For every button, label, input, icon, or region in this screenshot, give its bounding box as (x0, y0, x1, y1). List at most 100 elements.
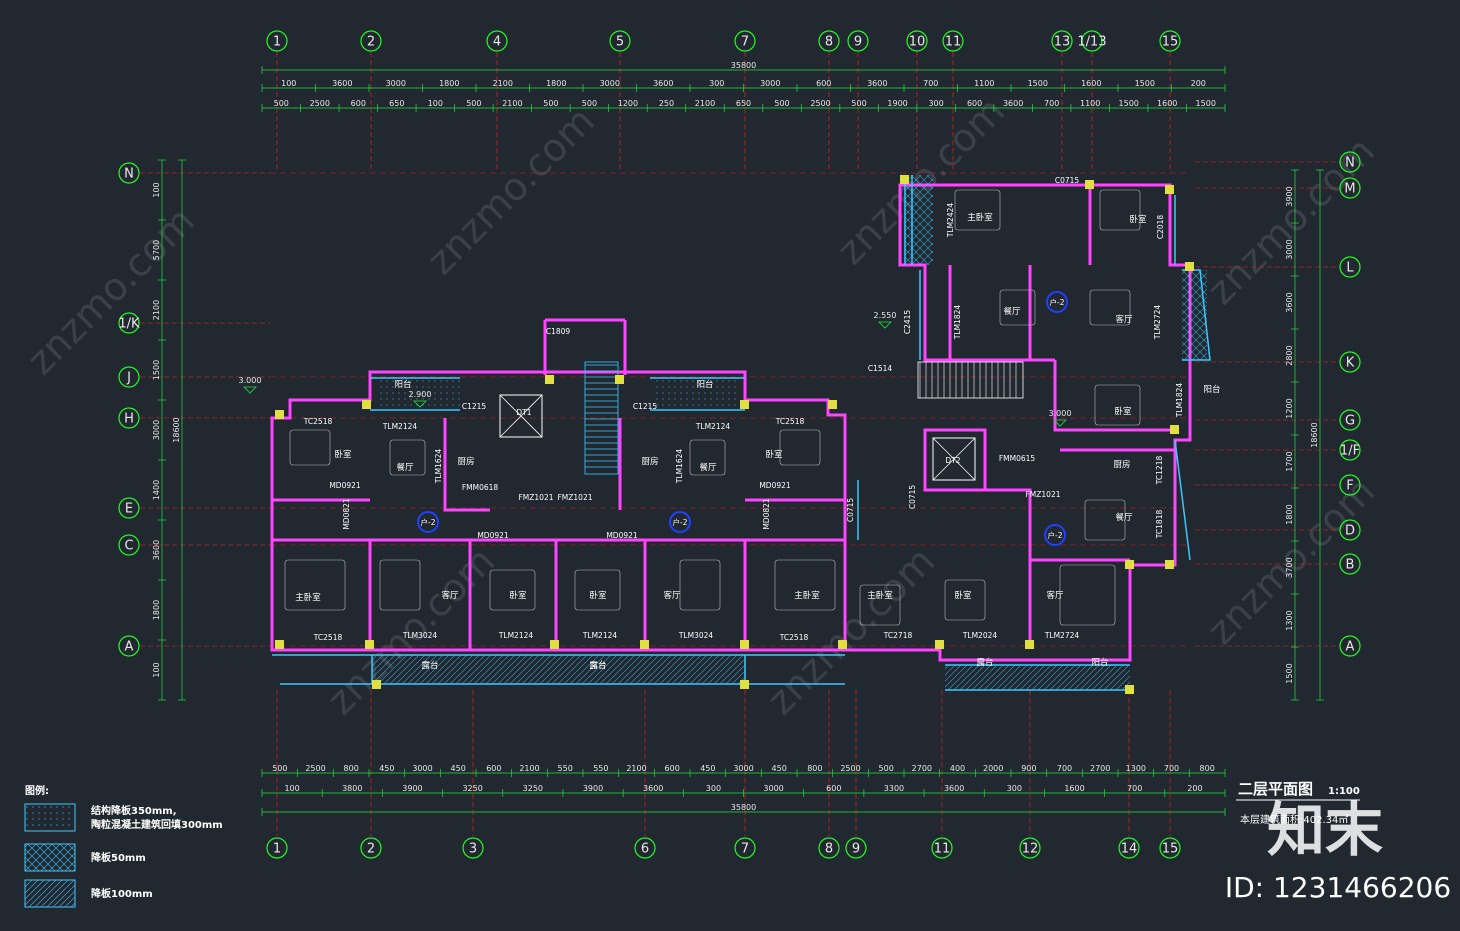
axis-bubble-label: 10 (909, 35, 926, 50)
room-label: 主卧室 (295, 592, 321, 603)
room-label: 客厅 (1046, 590, 1064, 601)
furniture-item (774, 559, 836, 611)
axis-bubble-left: N (118, 162, 140, 184)
top-dim-chain-2-label: 250 (659, 99, 674, 108)
top-dim-chain-1-label: 600 (816, 79, 831, 88)
top-dim-chain-1-label: 3600 (332, 79, 352, 88)
room-label: 主卧室 (794, 590, 820, 601)
legend: 图例: 结构降板350mm,陶粒混凝土建筑回填300mm 降板50mm 降板100mm (24, 784, 223, 908)
bottom-dim-chain-1-label: 1300 (1126, 764, 1146, 773)
legend-label: 降板100mm (91, 887, 153, 900)
door-code: TLM2124 (695, 422, 731, 431)
room-label: 厨房 (641, 456, 658, 467)
top-dim-chain-2-label: 2100 (502, 99, 522, 108)
furniture-item (574, 569, 621, 611)
axis-bubble-label: 15 (1162, 35, 1179, 50)
axis-bubble-label: 9 (854, 35, 862, 50)
top-dim-chain-1-label: 1500 (1135, 79, 1155, 88)
axis-bubble-label: 5 (616, 35, 624, 50)
door-code: TLM3024 (678, 631, 714, 640)
axis-bubble-bottom: 1 (266, 837, 288, 859)
legend-swatch (24, 879, 76, 908)
watermark-text: znzmo.com (1199, 129, 1383, 313)
door-code: TLM2724 (1044, 631, 1080, 640)
column-block (1025, 640, 1034, 649)
axis-bubble-top: 9 (847, 30, 869, 52)
top-dim-chain-1-label: 3000 (600, 79, 620, 88)
legend-swatch (24, 843, 76, 872)
column-block (1170, 425, 1179, 434)
door-code: TC2518 (775, 417, 805, 426)
floor-plan-svg: znzmo.comznzmo.com znzmo.comznzmo.com znzm… (19, 30, 1451, 908)
legend-swatch (24, 803, 76, 832)
hatch-zone (905, 175, 933, 265)
axis-bubble-left: C (118, 534, 140, 556)
bottom-dim-chain-1-label: 450 (451, 764, 466, 773)
bottom-dim-chain-1-label: 700 (1164, 764, 1179, 773)
left-dim-chain-label: 1400 (152, 480, 161, 500)
unit-tag: 户-2 (417, 511, 439, 533)
axis-bubble-label: N (124, 167, 134, 182)
bottom-dim-chain-1-label: 800 (1200, 764, 1215, 773)
axis-bubble-label: 3 (469, 842, 477, 857)
bottom-dim-chain-1-label: 700 (1057, 764, 1072, 773)
column-block (372, 680, 381, 689)
bottom-dim-chain-1-label: 900 (1021, 764, 1036, 773)
bottom-dim-chain-1-label: 450 (772, 764, 787, 773)
axis-bubble-label: L (1346, 261, 1354, 276)
furniture-item (289, 429, 331, 466)
door-code: TLM1824 (1175, 383, 1184, 419)
axis-bubble-label: 1/K (118, 317, 140, 332)
top-dim-chain-2-label: 500 (466, 99, 481, 108)
top-dim-chain-1-label: 3000 (760, 79, 780, 88)
right-dim-chain-label: 3600 (1285, 292, 1294, 312)
top-dim-chain-2-label: 300 (928, 99, 943, 108)
bottom-dim-chain-2-label: 3000 (763, 784, 783, 793)
column-block (615, 375, 624, 384)
axis-bubble-top: 11 (942, 30, 964, 52)
axis-bubble-top: 2 (360, 30, 382, 52)
right-dim-chain-label: 1800 (1285, 504, 1294, 524)
axis-bubble-label: D (1345, 524, 1355, 539)
door-code: MD0921 (477, 531, 509, 540)
door-code: TLM2124 (582, 631, 618, 640)
axis-bubble-label: A (1346, 640, 1355, 655)
door-code: TLM2424 (946, 203, 955, 239)
bottom-dim-chain-2-label: 600 (826, 784, 841, 793)
right-dim-chain-label: 1700 (1285, 451, 1294, 471)
bottom-dim-chain-1-label: 2700 (912, 764, 932, 773)
top-dim-chain-1-label: 1800 (439, 79, 459, 88)
axis-bubble-top: 7 (734, 30, 756, 52)
door-code: TLM3024 (402, 631, 438, 640)
bottom-dim-chain-1-label: 500 (272, 764, 287, 773)
top-dim-chain-2-label: 1500 (1119, 99, 1139, 108)
axis-bubble-bottom: 12 (1019, 837, 1041, 859)
axis-bubble-bottom: 9 (845, 837, 867, 859)
unit-tag-label: 户-2 (1048, 530, 1063, 540)
top-dim-chain-2-label: 1100 (1080, 99, 1100, 108)
room-label: 厨房 (1113, 459, 1130, 470)
door-code: FMZ1021 (557, 493, 592, 502)
door-code: FMZ1021 (1025, 490, 1060, 499)
top-dim-chain-2-label: 1500 (1196, 99, 1216, 108)
axis-bubble-label: M (1344, 182, 1355, 197)
wall-segment (948, 185, 1092, 360)
top-dim-chain-1-label: 1100 (974, 79, 994, 88)
legend-title: 图例: (25, 784, 49, 797)
room-label: 客厅 (663, 590, 681, 601)
bottom-dim-chain-1-label: 450 (379, 764, 394, 773)
furniture-item (679, 559, 721, 611)
room-label: 餐厅 (1115, 513, 1133, 523)
room-label: 阳台 (696, 379, 713, 390)
axis-bubble-right: B (1339, 553, 1361, 575)
room-label: 阳台 (1203, 384, 1220, 395)
elevation-value: 2.900 (409, 390, 432, 399)
axis-bubble-label: 2 (367, 35, 375, 50)
axis-bubble-label: 13 (1054, 35, 1071, 50)
column-block (640, 640, 649, 649)
bottom-dim-chain-1-label: 550 (558, 764, 573, 773)
axis-bubble-label: H (124, 412, 134, 427)
left-total-chain-label: 18600 (172, 417, 181, 442)
unit-tag: 户-2 (669, 511, 691, 533)
axis-bubble-left: E (118, 497, 140, 519)
